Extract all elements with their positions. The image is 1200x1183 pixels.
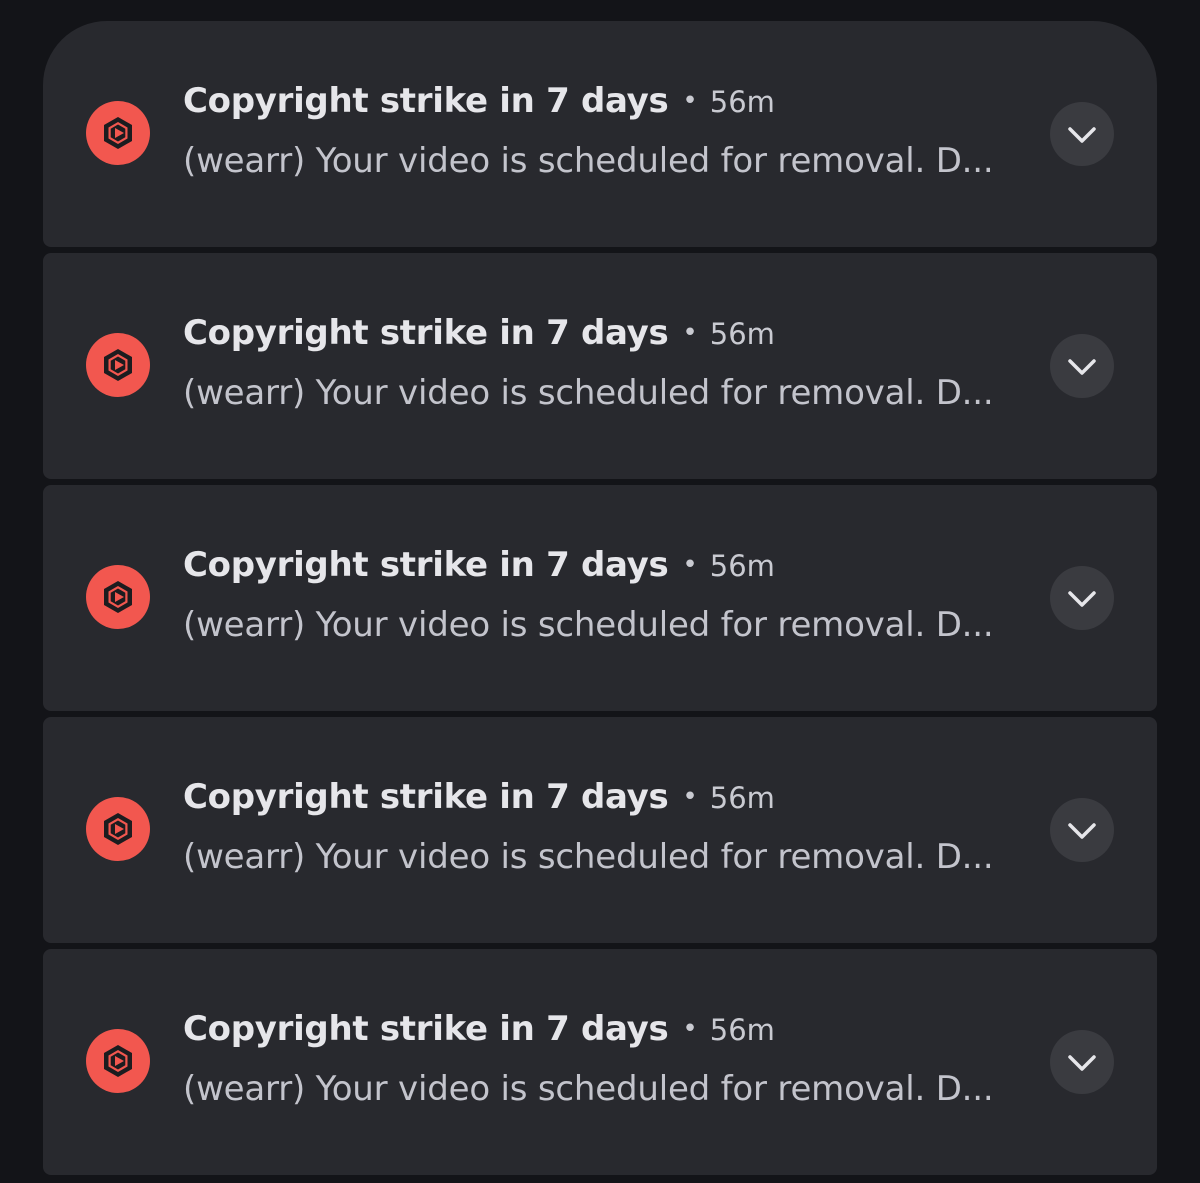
notification-time: 56m	[709, 317, 775, 351]
notification-header: Copyright strike in 7 days • 56m	[183, 313, 775, 353]
chevron-down-icon	[1068, 823, 1096, 839]
youtube-studio-icon	[86, 1029, 150, 1093]
chevron-down-icon	[1068, 359, 1096, 375]
expand-button[interactable]	[1050, 102, 1114, 166]
notification-card[interactable]: Copyright strike in 7 days • 56m (wearr) Y…	[43, 21, 1157, 247]
notification-time: 56m	[709, 85, 775, 119]
notification-title: Copyright strike in 7 days	[183, 1009, 669, 1049]
separator-dot: •	[682, 550, 698, 580]
expand-button[interactable]	[1050, 798, 1114, 862]
expand-button[interactable]	[1050, 334, 1114, 398]
notification-shade: Copyright strike in 7 days • 56m (wearr) Y…	[0, 0, 1200, 1183]
notification-header: Copyright strike in 7 days • 56m	[183, 777, 775, 817]
separator-dot: •	[682, 1014, 698, 1044]
separator-dot: •	[682, 86, 698, 116]
notification-body: (wearr) Your video is scheduled for remo…	[183, 605, 994, 645]
notification-body: (wearr) Your video is scheduled for remo…	[183, 837, 994, 877]
notification-card[interactable]: Copyright strike in 7 days • 56m (wearr) Y…	[43, 253, 1157, 479]
youtube-studio-icon	[86, 333, 150, 397]
notification-header: Copyright strike in 7 days • 56m	[183, 1009, 775, 1049]
notification-card[interactable]: Copyright strike in 7 days • 56m (wearr) Y…	[43, 717, 1157, 943]
notification-body: (wearr) Your video is scheduled for remo…	[183, 1069, 994, 1109]
notification-body: (wearr) Your video is scheduled for remo…	[183, 373, 994, 413]
notification-card[interactable]: Copyright strike in 7 days • 56m (wearr) Y…	[43, 485, 1157, 711]
chevron-down-icon	[1068, 591, 1096, 607]
youtube-studio-icon	[86, 565, 150, 629]
notification-card[interactable]: Copyright strike in 7 days • 56m (wearr) Y…	[43, 949, 1157, 1175]
separator-dot: •	[682, 318, 698, 348]
notification-time: 56m	[709, 781, 775, 815]
notification-title: Copyright strike in 7 days	[183, 81, 669, 121]
notification-header: Copyright strike in 7 days • 56m	[183, 545, 775, 585]
notification-body: (wearr) Your video is scheduled for remo…	[183, 141, 994, 181]
separator-dot: •	[682, 782, 698, 812]
notification-title: Copyright strike in 7 days	[183, 545, 669, 585]
notification-title: Copyright strike in 7 days	[183, 777, 669, 817]
notification-header: Copyright strike in 7 days • 56m	[183, 81, 775, 121]
youtube-studio-icon	[86, 797, 150, 861]
chevron-down-icon	[1068, 1055, 1096, 1071]
notification-time: 56m	[709, 549, 775, 583]
expand-button[interactable]	[1050, 1030, 1114, 1094]
chevron-down-icon	[1068, 127, 1096, 143]
notification-title: Copyright strike in 7 days	[183, 313, 669, 353]
youtube-studio-icon	[86, 101, 150, 165]
notification-time: 56m	[709, 1013, 775, 1047]
expand-button[interactable]	[1050, 566, 1114, 630]
